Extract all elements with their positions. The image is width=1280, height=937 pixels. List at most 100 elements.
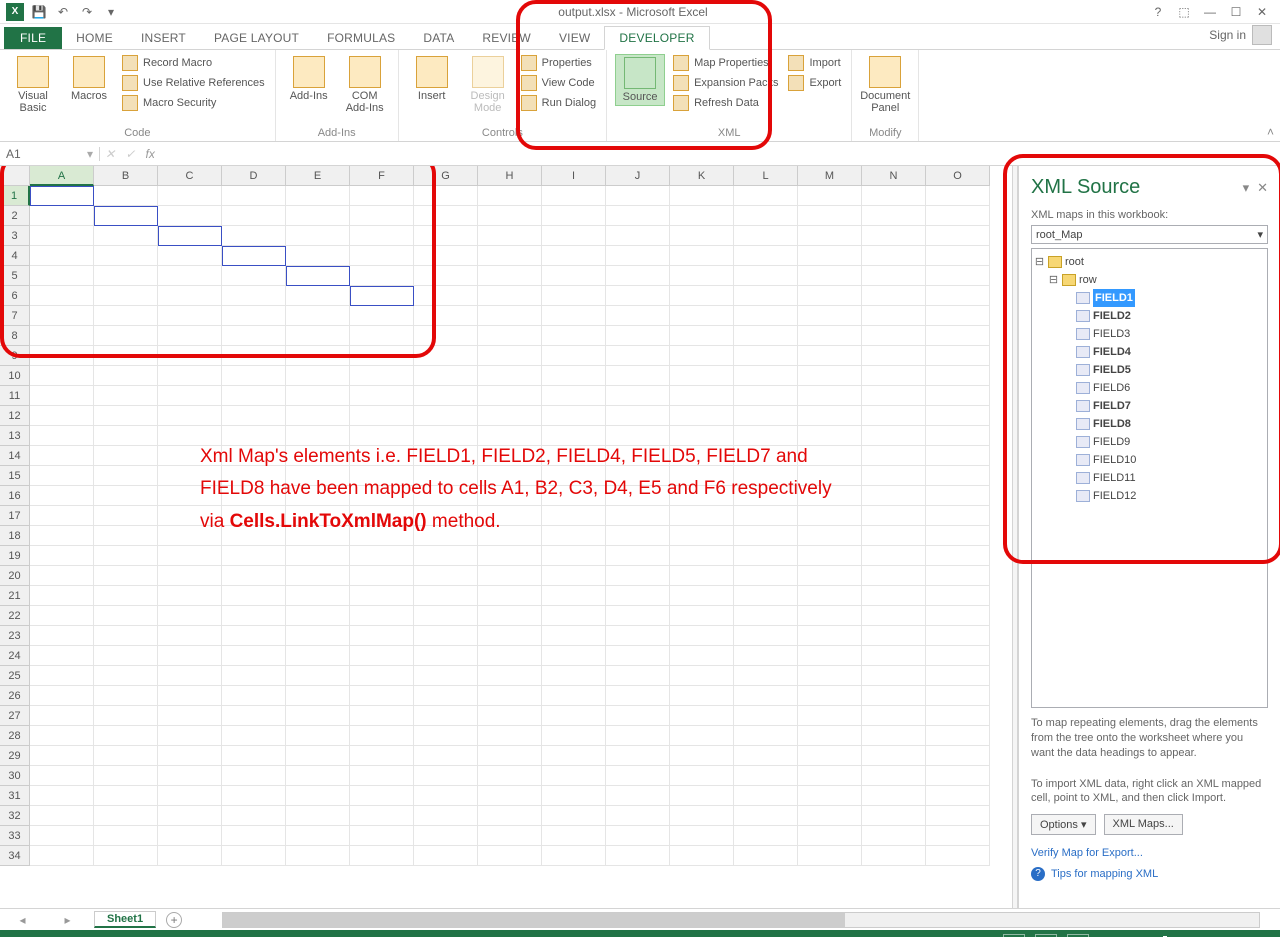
add-sheet-button[interactable]: +	[166, 912, 182, 928]
cell-G2[interactable]	[414, 206, 478, 226]
cell-J28[interactable]	[606, 726, 670, 746]
cell-I12[interactable]	[542, 406, 606, 426]
row-header-13[interactable]: 13	[0, 426, 30, 446]
cell-L32[interactable]	[734, 806, 798, 826]
cell-K4[interactable]	[670, 246, 734, 266]
cell-D30[interactable]	[222, 766, 286, 786]
cell-D33[interactable]	[222, 826, 286, 846]
cell-C27[interactable]	[158, 706, 222, 726]
cell-B9[interactable]	[94, 346, 158, 366]
cell-I34[interactable]	[542, 846, 606, 866]
cell-M33[interactable]	[798, 826, 862, 846]
cell-G30[interactable]	[414, 766, 478, 786]
cell-E11[interactable]	[286, 386, 350, 406]
cell-G34[interactable]	[414, 846, 478, 866]
xml-map-select[interactable]: root_Map▾	[1031, 225, 1268, 244]
cell-N12[interactable]	[862, 406, 926, 426]
cell-O26[interactable]	[926, 686, 990, 706]
cell-C20[interactable]	[158, 566, 222, 586]
cell-N22[interactable]	[862, 606, 926, 626]
cell-M30[interactable]	[798, 766, 862, 786]
cell-N30[interactable]	[862, 766, 926, 786]
cell-D32[interactable]	[222, 806, 286, 826]
cell-H11[interactable]	[478, 386, 542, 406]
cell-A26[interactable]	[30, 686, 94, 706]
cell-L31[interactable]	[734, 786, 798, 806]
cell-J3[interactable]	[606, 226, 670, 246]
cell-J19[interactable]	[606, 546, 670, 566]
cell-C23[interactable]	[158, 626, 222, 646]
cell-K22[interactable]	[670, 606, 734, 626]
cell-F26[interactable]	[350, 686, 414, 706]
cell-D22[interactable]	[222, 606, 286, 626]
cell-J29[interactable]	[606, 746, 670, 766]
cell-O34[interactable]	[926, 846, 990, 866]
tab-home[interactable]: HOME	[62, 27, 127, 49]
cell-D9[interactable]	[222, 346, 286, 366]
cell-L6[interactable]	[734, 286, 798, 306]
cell-G26[interactable]	[414, 686, 478, 706]
close-icon[interactable]: ✕	[1254, 5, 1270, 19]
cell-H24[interactable]	[478, 646, 542, 666]
cell-D21[interactable]	[222, 586, 286, 606]
cell-E10[interactable]	[286, 366, 350, 386]
cell-D3[interactable]	[222, 226, 286, 246]
cell-D31[interactable]	[222, 786, 286, 806]
cell-L21[interactable]	[734, 586, 798, 606]
cell-J12[interactable]	[606, 406, 670, 426]
cell-B22[interactable]	[94, 606, 158, 626]
name-box[interactable]: A1▾	[0, 147, 100, 161]
cell-I5[interactable]	[542, 266, 606, 286]
cell-D27[interactable]	[222, 706, 286, 726]
relative-refs-button[interactable]: Use Relative References	[120, 74, 267, 92]
cell-A33[interactable]	[30, 826, 94, 846]
tab-developer[interactable]: DEVELOPER	[604, 26, 709, 50]
cell-F28[interactable]	[350, 726, 414, 746]
cell-N9[interactable]	[862, 346, 926, 366]
cell-G28[interactable]	[414, 726, 478, 746]
cell-N26[interactable]	[862, 686, 926, 706]
cell-I21[interactable]	[542, 586, 606, 606]
cell-N23[interactable]	[862, 626, 926, 646]
cell-L5[interactable]	[734, 266, 798, 286]
row-header-10[interactable]: 10	[0, 366, 30, 386]
cell-A7[interactable]	[30, 306, 94, 326]
cell-G31[interactable]	[414, 786, 478, 806]
cell-F2[interactable]	[350, 206, 414, 226]
cell-J23[interactable]	[606, 626, 670, 646]
cell-A4[interactable]	[30, 246, 94, 266]
cell-N28[interactable]	[862, 726, 926, 746]
cell-K11[interactable]	[670, 386, 734, 406]
cell-H12[interactable]	[478, 406, 542, 426]
cell-J2[interactable]	[606, 206, 670, 226]
row-header-31[interactable]: 31	[0, 786, 30, 806]
cell-K8[interactable]	[670, 326, 734, 346]
cell-I4[interactable]	[542, 246, 606, 266]
cell-C26[interactable]	[158, 686, 222, 706]
cell-K19[interactable]	[670, 546, 734, 566]
cell-G1[interactable]	[414, 186, 478, 206]
row-header-34[interactable]: 34	[0, 846, 30, 866]
cell-I6[interactable]	[542, 286, 606, 306]
cell-C25[interactable]	[158, 666, 222, 686]
cell-J26[interactable]	[606, 686, 670, 706]
col-header-B[interactable]: B	[94, 166, 158, 186]
cell-I29[interactable]	[542, 746, 606, 766]
cell-A19[interactable]	[30, 546, 94, 566]
tree-node-FIELD1[interactable]: FIELD1	[1034, 289, 1265, 307]
col-header-L[interactable]: L	[734, 166, 798, 186]
cell-K3[interactable]	[670, 226, 734, 246]
cell-N10[interactable]	[862, 366, 926, 386]
cell-B14[interactable]	[94, 446, 158, 466]
cell-H31[interactable]	[478, 786, 542, 806]
refresh-data-button[interactable]: Refresh Data	[671, 94, 780, 112]
row-header-5[interactable]: 5	[0, 266, 30, 286]
cell-C9[interactable]	[158, 346, 222, 366]
cell-H28[interactable]	[478, 726, 542, 746]
map-properties-button[interactable]: Map Properties	[671, 54, 780, 72]
cell-A25[interactable]	[30, 666, 94, 686]
cell-M23[interactable]	[798, 626, 862, 646]
cell-A14[interactable]	[30, 446, 94, 466]
xml-source-button[interactable]: Source	[615, 54, 665, 106]
cell-O21[interactable]	[926, 586, 990, 606]
